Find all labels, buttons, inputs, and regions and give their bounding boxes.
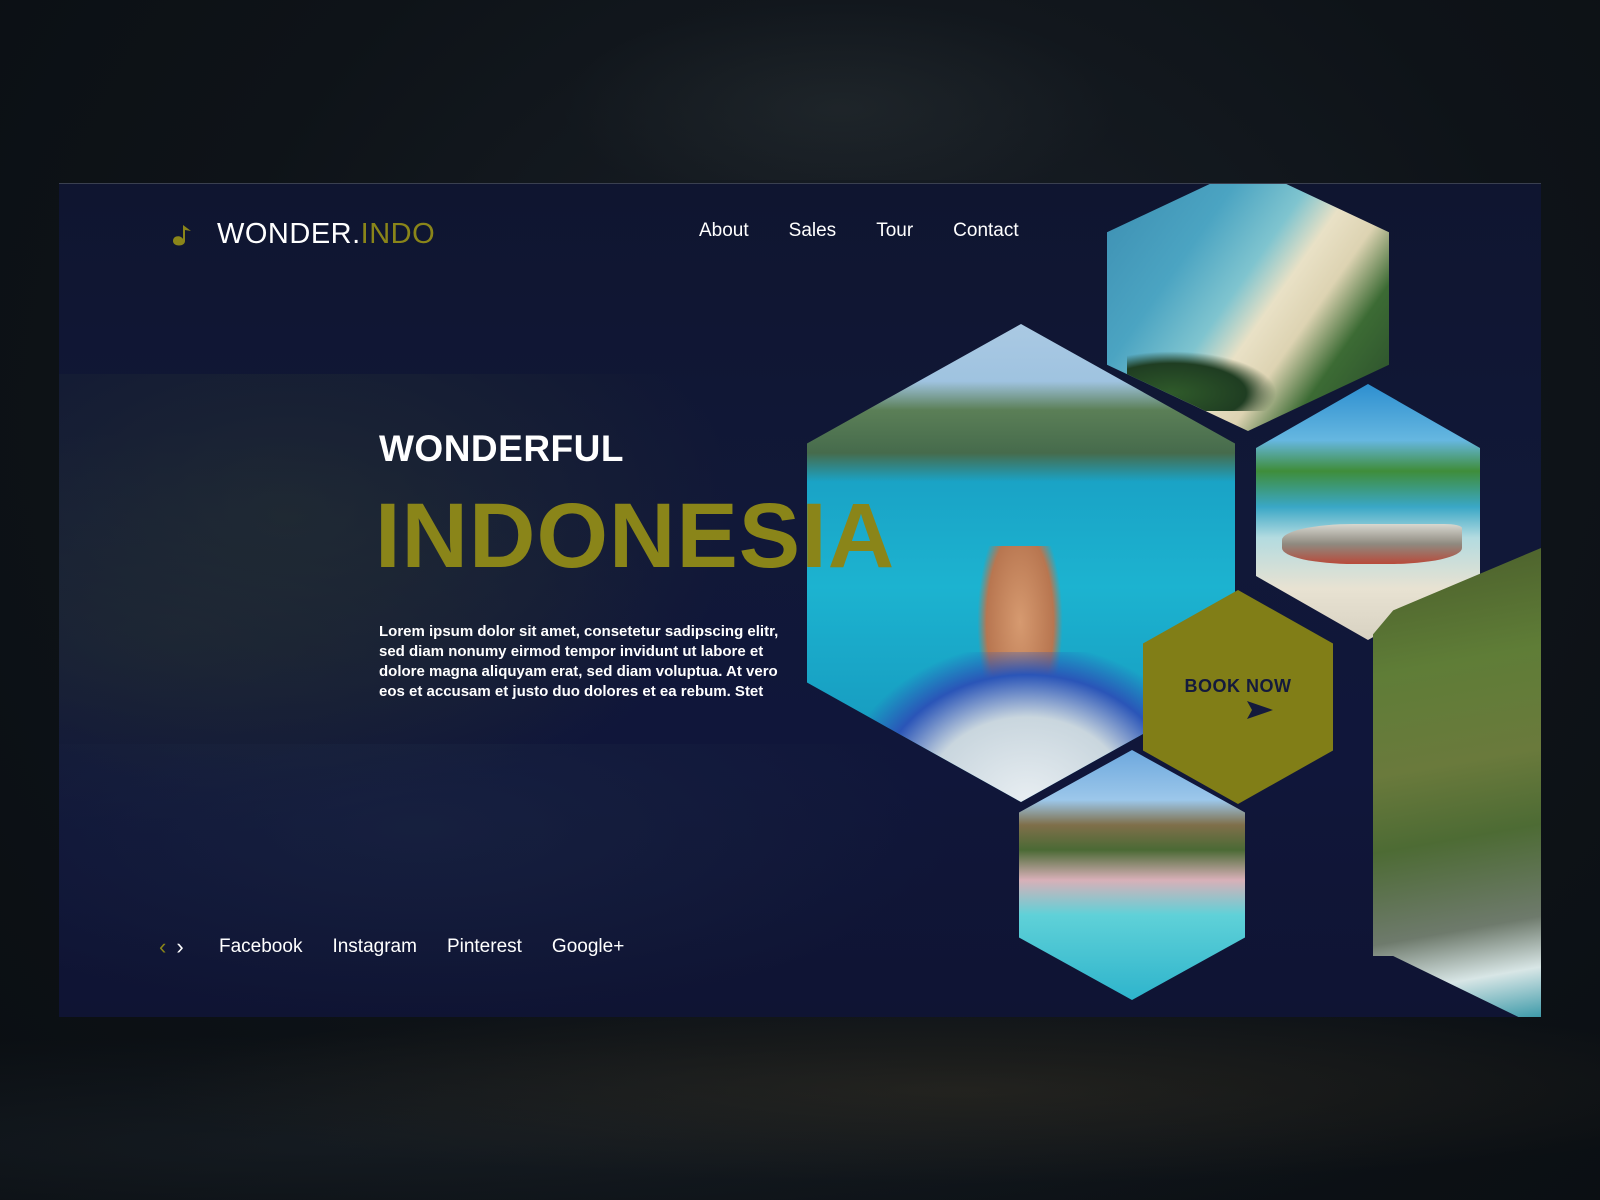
nav-tour[interactable]: Tour (876, 220, 913, 242)
main-nav: About Sales Tour Contact (699, 220, 1019, 242)
brand-name-accent: INDO (360, 218, 436, 250)
social-facebook[interactable]: Facebook (219, 936, 302, 958)
coastline-photo (1373, 548, 1541, 1017)
chevron-left-icon[interactable]: ‹ (159, 936, 166, 958)
brand-name-primary: WONDER. (217, 218, 361, 250)
social-googleplus[interactable]: Google+ (552, 936, 624, 958)
beach-photo (1107, 184, 1389, 431)
hero-card: WONDER.INDO About Sales Tour Contact BOO… (59, 183, 1541, 1017)
background-sea (59, 744, 959, 1017)
hero-title: INDONESIA (375, 485, 896, 587)
background-boat-top (560, 0, 1120, 180)
music-note-icon (173, 224, 191, 245)
hero-kicker: WONDERFUL (379, 428, 624, 469)
nav-contact[interactable]: Contact (953, 220, 1018, 242)
social-instagram[interactable]: Instagram (332, 936, 416, 958)
slide-pager: ‹ › (159, 936, 184, 958)
nav-about[interactable]: About (699, 220, 749, 242)
brand-name: WONDER.INDO (217, 218, 435, 251)
send-arrow-icon (1247, 700, 1273, 719)
logo[interactable]: WONDER.INDO (167, 218, 435, 251)
background-boat-bottom (0, 1016, 1600, 1200)
nav-sales[interactable]: Sales (789, 220, 837, 242)
social-pinterest[interactable]: Pinterest (447, 936, 522, 958)
book-now-label: BOOK NOW (1184, 675, 1292, 696)
hero-description: Lorem ipsum dolor sit amet, consetetur s… (379, 623, 779, 700)
social-links: Facebook Instagram Pinterest Google+ (219, 936, 624, 958)
chevron-right-icon[interactable]: › (176, 936, 183, 958)
beached-boat (1282, 524, 1462, 564)
